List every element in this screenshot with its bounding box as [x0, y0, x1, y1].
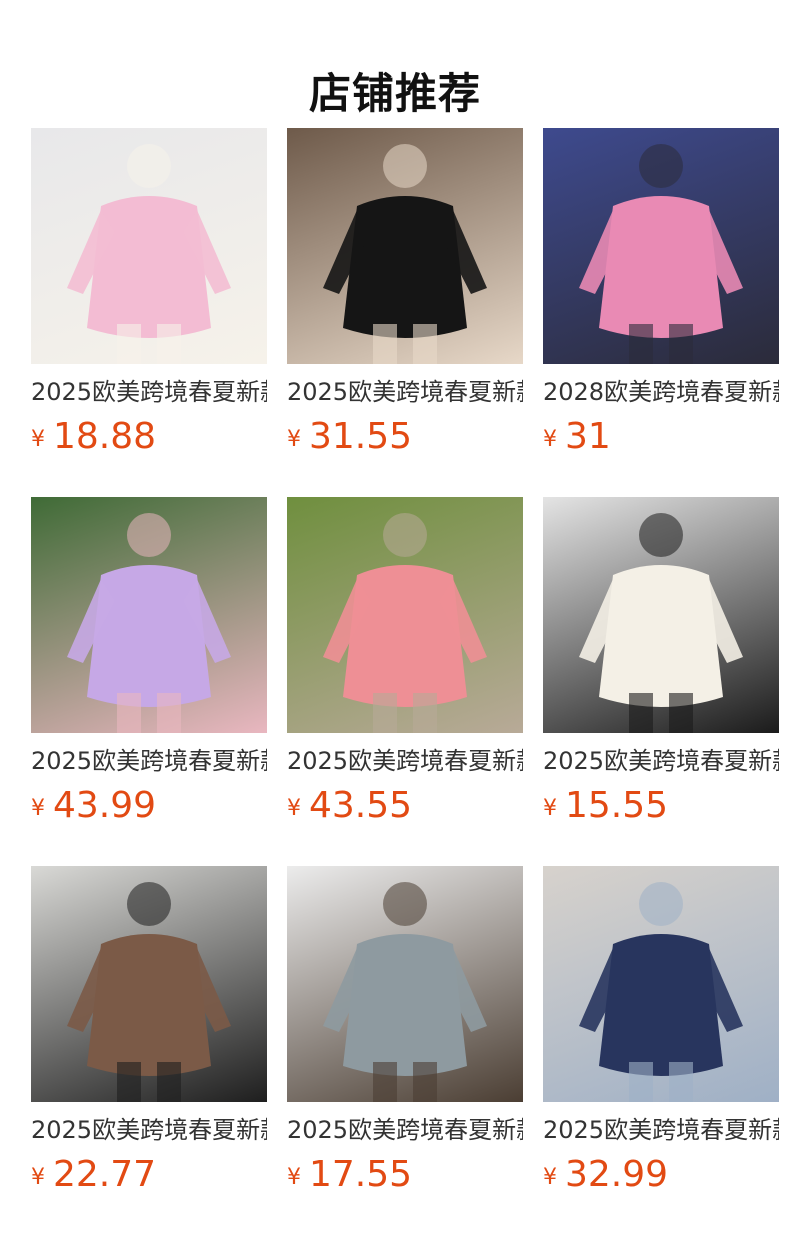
- product-image[interactable]: [31, 866, 267, 1102]
- currency-symbol: ¥: [287, 427, 301, 452]
- price-value: 18.88: [53, 416, 157, 457]
- currency-symbol: ¥: [543, 1165, 557, 1190]
- product-card[interactable]: 2025欧美跨境春夏新款 ¥22.77: [31, 866, 267, 1219]
- product-name[interactable]: 2025欧美跨境春夏新款: [543, 1115, 779, 1145]
- model-silhouette-image: [67, 144, 231, 364]
- product-name[interactable]: 2028欧美跨境春夏新款: [543, 377, 779, 407]
- model-silhouette-image: [323, 513, 487, 733]
- model-silhouette-image: [323, 882, 487, 1102]
- product-price: ¥15.55: [543, 786, 779, 832]
- product-name[interactable]: 2025欧美跨境春夏新款: [31, 377, 267, 407]
- product-card[interactable]: 2025欧美跨境春夏新款 ¥18.88: [31, 128, 267, 481]
- product-price: ¥18.88: [31, 417, 267, 463]
- currency-symbol: ¥: [543, 796, 557, 821]
- product-image[interactable]: [543, 497, 779, 733]
- model-silhouette-image: [67, 513, 231, 733]
- model-silhouette-image: [579, 513, 743, 733]
- product-card[interactable]: 2025欧美跨境春夏新款 ¥43.99: [31, 497, 267, 850]
- currency-symbol: ¥: [31, 796, 45, 821]
- price-value: 22.77: [53, 1154, 157, 1195]
- product-price: ¥31.55: [287, 417, 523, 463]
- product-price: ¥32.99: [543, 1155, 779, 1201]
- product-image[interactable]: [287, 866, 523, 1102]
- price-value: 31.55: [309, 416, 413, 457]
- product-price: ¥43.55: [287, 786, 523, 832]
- product-image[interactable]: [287, 128, 523, 364]
- page-title: 店铺推荐: [308, 69, 481, 119]
- product-image[interactable]: [543, 128, 779, 364]
- price-value: 43.99: [53, 785, 157, 826]
- product-name[interactable]: 2025欧美跨境春夏新款: [287, 746, 523, 776]
- product-image[interactable]: [31, 497, 267, 733]
- product-name[interactable]: 2025欧美跨境春夏新款: [31, 746, 267, 776]
- price-value: 32.99: [565, 1154, 669, 1195]
- product-name[interactable]: 2025欧美跨境春夏新款: [543, 746, 779, 776]
- product-price: ¥31: [543, 417, 779, 463]
- currency-symbol: ¥: [31, 427, 45, 452]
- currency-symbol: ¥: [287, 1165, 301, 1190]
- model-silhouette-image: [67, 882, 231, 1102]
- product-card[interactable]: 2028欧美跨境春夏新款 ¥31: [543, 128, 779, 481]
- model-silhouette-image: [579, 144, 743, 364]
- price-value: 43.55: [309, 785, 413, 826]
- product-image[interactable]: [31, 128, 267, 364]
- price-value: 17.55: [309, 1154, 413, 1195]
- product-price: ¥22.77: [31, 1155, 267, 1201]
- currency-symbol: ¥: [31, 1165, 45, 1190]
- model-silhouette-image: [323, 144, 487, 364]
- product-card[interactable]: 2025欧美跨境春夏新款 ¥43.55: [287, 497, 523, 850]
- model-silhouette-image: [579, 882, 743, 1102]
- product-name[interactable]: 2025欧美跨境春夏新款: [287, 377, 523, 407]
- product-name[interactable]: 2025欧美跨境春夏新款: [287, 1115, 523, 1145]
- product-card[interactable]: 2025欧美跨境春夏新款 ¥32.99: [543, 866, 779, 1219]
- product-grid: 2025欧美跨境春夏新款 ¥18.88 2025欧美跨境春夏新款 ¥31.55: [31, 128, 779, 1219]
- product-card[interactable]: 2025欧美跨境春夏新款 ¥17.55: [287, 866, 523, 1219]
- product-price: ¥17.55: [287, 1155, 523, 1201]
- product-card[interactable]: 2025欧美跨境春夏新款 ¥15.55: [543, 497, 779, 850]
- product-image[interactable]: [543, 866, 779, 1102]
- price-value: 31: [565, 416, 611, 457]
- product-price: ¥43.99: [31, 786, 267, 832]
- price-value: 15.55: [565, 785, 669, 826]
- product-card[interactable]: 2025欧美跨境春夏新款 ¥31.55: [287, 128, 523, 481]
- product-name[interactable]: 2025欧美跨境春夏新款: [31, 1115, 267, 1145]
- currency-symbol: ¥: [543, 427, 557, 452]
- currency-symbol: ¥: [287, 796, 301, 821]
- product-image[interactable]: [287, 497, 523, 733]
